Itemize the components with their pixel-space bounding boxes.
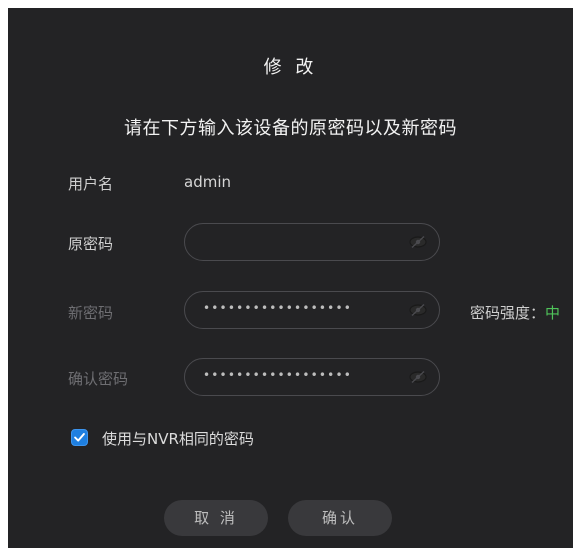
confirm-button[interactable]: 确认 xyxy=(288,500,392,536)
new-password-value: •••••••••••••••••• xyxy=(203,301,353,315)
confirm-password-value: •••••••••••••••••• xyxy=(203,368,353,382)
new-password-label: 新密码 xyxy=(68,304,114,322)
cancel-button[interactable]: 取 消 xyxy=(164,500,268,536)
password-strength: 密码强度：中 xyxy=(470,302,560,323)
old-password-label: 原密码 xyxy=(68,235,114,253)
same-as-nvr-checkbox[interactable] xyxy=(71,429,88,446)
dialog-subtitle: 请在下方输入该设备的原密码以及新密码 xyxy=(124,118,457,139)
new-password-field[interactable]: •••••••••••••••••• xyxy=(184,291,440,329)
username-value: admin xyxy=(184,173,231,191)
password-strength-value: 中 xyxy=(545,304,561,322)
change-password-dialog: 修 改 请在下方输入该设备的原密码以及新密码 用户名 admin 原密码 新密码… xyxy=(8,8,573,548)
old-password-field[interactable] xyxy=(184,223,440,261)
confirm-password-field[interactable]: •••••••••••••••••• xyxy=(184,358,440,396)
eye-hidden-icon[interactable] xyxy=(409,235,427,249)
eye-hidden-icon[interactable] xyxy=(409,303,427,317)
confirm-password-label: 确认密码 xyxy=(68,370,129,388)
eye-hidden-icon[interactable] xyxy=(409,370,427,384)
username-label: 用户名 xyxy=(68,175,114,193)
dialog-title: 修 改 xyxy=(263,57,318,78)
password-strength-label: 密码强度： xyxy=(470,304,546,322)
checkmark-icon xyxy=(74,433,85,442)
same-as-nvr-label[interactable]: 使用与NVR相同的密码 xyxy=(102,428,254,449)
